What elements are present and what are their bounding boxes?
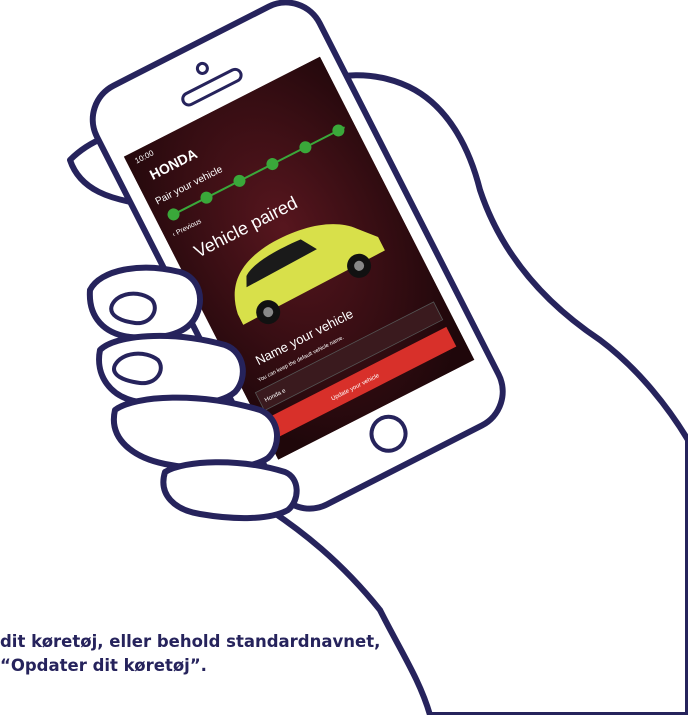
caption-line-1: dit køretøj, eller behold standardnavnet…: [0, 632, 381, 651]
index-finger: [86, 264, 203, 341]
middle-finger: [96, 332, 246, 408]
caption-line-2: “Opdater dit køretøj”.: [0, 656, 207, 675]
pinky-finger: [160, 459, 300, 522]
ring-finger: [110, 394, 281, 472]
phone-in-hand-illustration: 10:00 HONDA Pair your vehicle ‹ Previous…: [67, 0, 688, 715]
